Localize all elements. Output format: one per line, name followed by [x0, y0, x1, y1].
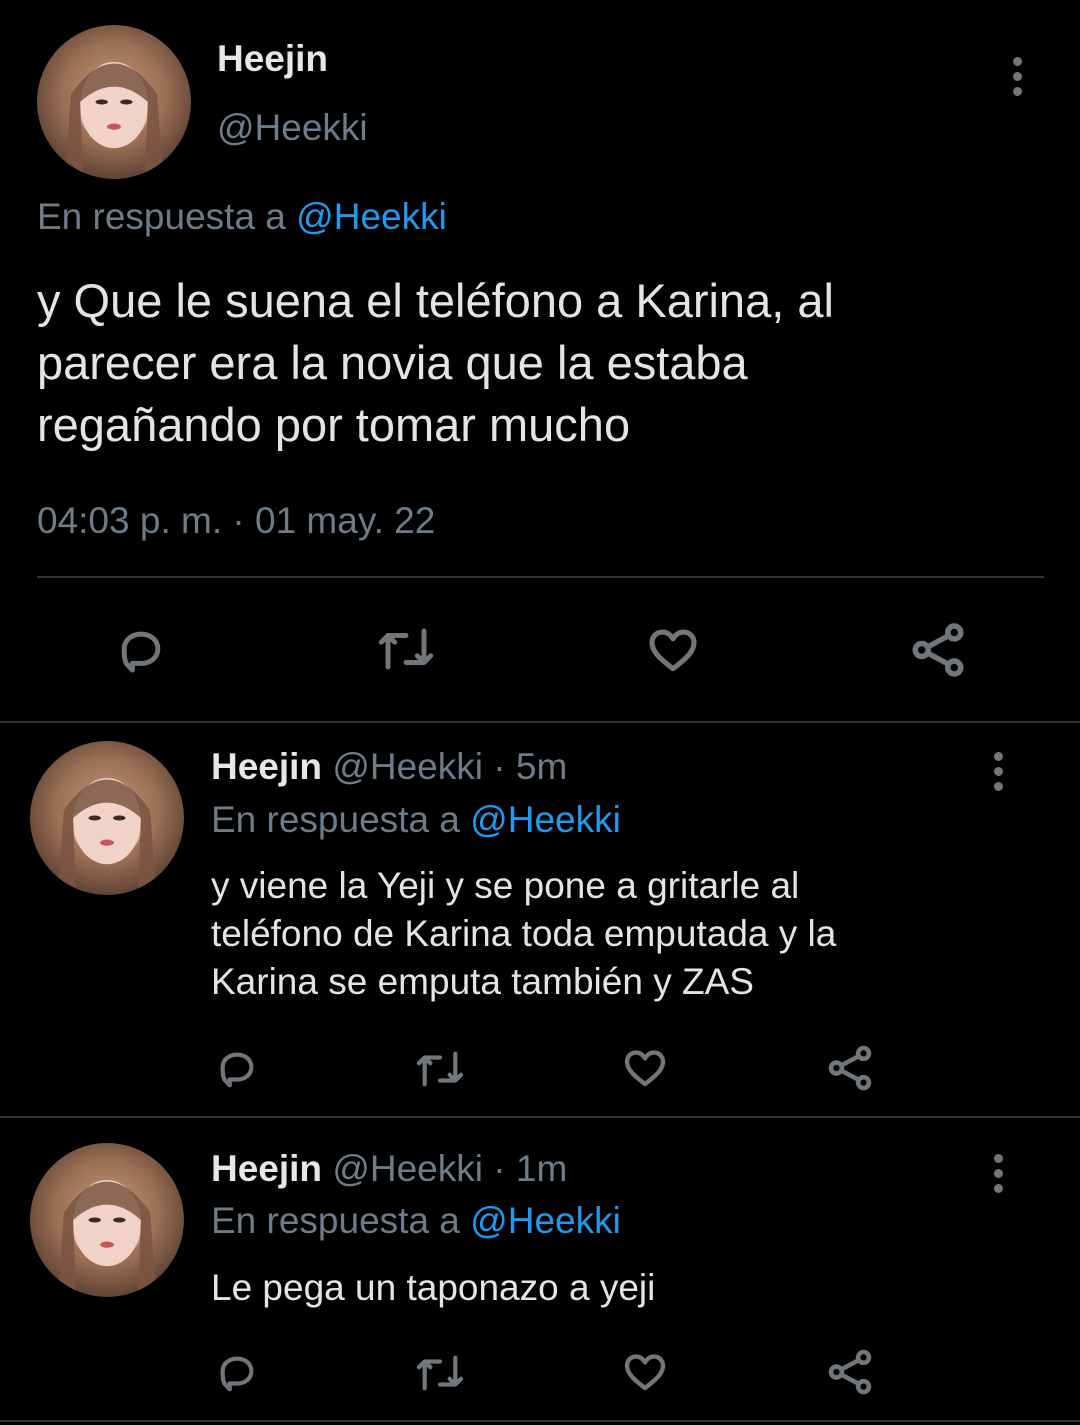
- more-options-icon[interactable]: [1012, 57, 1022, 96]
- tweet-text: y viene la Yeji y se pone a gritarle al …: [211, 862, 836, 1006]
- retweet-icon[interactable]: [412, 1046, 468, 1092]
- share-icon[interactable]: [825, 1347, 875, 1397]
- tweet-text-line: regañando por tomar mucho: [37, 398, 631, 451]
- reply-to-link[interactable]: @Heekki: [296, 196, 447, 237]
- author-name[interactable]: Heejin: [211, 746, 322, 787]
- tweet-text-line: y viene la Yeji y se pone a gritarle al: [211, 865, 800, 906]
- reply-header: Heejin @Heekki · 1m: [211, 1148, 567, 1190]
- tweet-text: Le pega un taponazo a yeji: [211, 1264, 655, 1312]
- author-name[interactable]: Heejin: [211, 1148, 322, 1189]
- retweet-icon[interactable]: [412, 1350, 468, 1396]
- reply-prefix: En respuesta a: [211, 799, 460, 840]
- share-icon[interactable]: [908, 620, 968, 680]
- handle-and-time[interactable]: @Heekki · 1m: [332, 1148, 567, 1189]
- avatar[interactable]: [37, 25, 191, 179]
- reply-context: En respuesta a @Heekki: [211, 799, 621, 841]
- retweet-icon[interactable]: [373, 622, 439, 676]
- avatar[interactable]: [30, 1143, 184, 1297]
- reply-header: Heejin @Heekki · 5m: [211, 746, 567, 788]
- reply-to-link[interactable]: @Heekki: [470, 799, 621, 840]
- tweet-text-line: Karina se emputa también y ZAS: [211, 961, 754, 1002]
- tweet-text: y Que le suena el teléfono a Karina, al …: [37, 270, 834, 456]
- author-name[interactable]: Heejin: [217, 38, 328, 80]
- heart-icon[interactable]: [620, 1044, 670, 1092]
- reply-icon[interactable]: [214, 1046, 260, 1092]
- heart-icon[interactable]: [620, 1348, 670, 1396]
- tweet-text-line: Le pega un taponazo a yeji: [211, 1267, 656, 1308]
- handle-and-time[interactable]: @Heekki · 5m: [332, 746, 567, 787]
- heart-icon[interactable]: [643, 622, 703, 678]
- more-options-icon[interactable]: [993, 752, 1003, 791]
- tweet-timestamp[interactable]: 04:03 p. m. · 01 may. 22: [37, 500, 435, 542]
- reply-icon[interactable]: [214, 1350, 260, 1396]
- thread-divider: [0, 721, 1080, 723]
- avatar-photo: [57, 777, 157, 895]
- tweet-text-line: teléfono de Karina toda emputada y la: [211, 913, 837, 954]
- share-icon[interactable]: [825, 1043, 875, 1093]
- avatar[interactable]: [30, 741, 184, 895]
- reply-icon[interactable]: [114, 624, 168, 678]
- tweet-text-line: parecer era la novia que la estaba: [37, 336, 748, 389]
- thread-divider: [0, 1116, 1080, 1118]
- reply-context: En respuesta a @Heekki: [37, 196, 447, 238]
- author-handle[interactable]: @Heekki: [217, 107, 368, 149]
- reply-context: En respuesta a @Heekki: [211, 1200, 621, 1242]
- tweet-text-line: y Que le suena el teléfono a Karina, al: [37, 274, 834, 327]
- avatar-photo: [57, 1179, 157, 1297]
- thread-divider: [0, 1420, 1080, 1422]
- reply-prefix: En respuesta a: [37, 196, 286, 237]
- avatar-photo: [64, 61, 164, 179]
- more-options-icon[interactable]: [993, 1154, 1003, 1193]
- action-divider: [37, 576, 1044, 578]
- reply-to-link[interactable]: @Heekki: [470, 1200, 621, 1241]
- reply-prefix: En respuesta a: [211, 1200, 460, 1241]
